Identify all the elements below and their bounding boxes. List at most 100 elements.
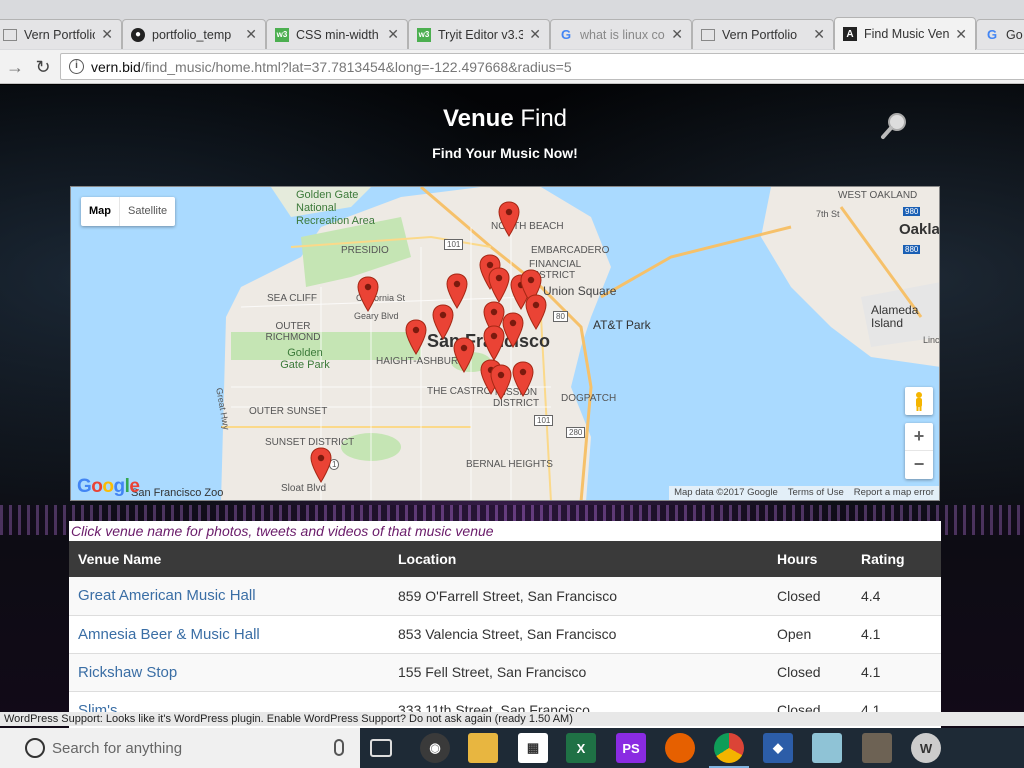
venue-marker-icon[interactable]	[502, 312, 524, 348]
venue-location: 853 Valencia Street, San Francisco	[389, 615, 768, 654]
map-label-union-square: Union Square	[543, 284, 617, 298]
tab-tryit-editor[interactable]: w3 Tryit Editor v3.3 ✕	[408, 19, 550, 49]
google-logo: Google	[77, 476, 140, 497]
close-icon[interactable]: ✕	[813, 26, 825, 43]
table-row: Amnesia Beer & Music Hall 853 Valencia S…	[69, 615, 941, 654]
media-icon[interactable]: ◉	[420, 733, 450, 763]
tab-google-2[interactable]: G Go	[976, 19, 1024, 49]
report-map-error-link[interactable]: Report a map error	[849, 486, 939, 500]
venue-marker-icon[interactable]	[357, 276, 379, 312]
tab-vern-portfolio[interactable]: Vern Portfolio ✕	[0, 19, 122, 49]
tab-title: portfolio_temp	[152, 27, 232, 42]
map-label-golden-gate-park: Golden Gate Park	[280, 347, 330, 371]
tab-css-min-width[interactable]: w3 CSS min-width ✕	[266, 19, 408, 49]
tab-title: Vern Portfolio	[722, 27, 798, 42]
map-label-zoo: San Francisco Zoo	[131, 487, 224, 499]
venue-location: 859 O'Farrell Street, San Francisco	[389, 577, 768, 616]
reload-icon[interactable]: ↻	[32, 56, 54, 78]
cortana-icon[interactable]	[25, 738, 45, 758]
notepad-icon[interactable]	[812, 733, 842, 763]
venue-marker-icon[interactable]	[432, 304, 454, 340]
tab-vern-portfolio-2[interactable]: Vern Portfolio ✕	[692, 19, 834, 49]
venue-marker-icon[interactable]	[310, 447, 332, 483]
venue-name-link[interactable]: Amnesia Beer & Music Hall	[78, 626, 260, 643]
tab-title: what is linux co	[580, 27, 665, 42]
map-type-map-button[interactable]: Map	[81, 197, 120, 226]
venue-marker-icon[interactable]	[512, 361, 534, 397]
venue-hours: Closed	[768, 577, 852, 616]
highway-shield: 101	[444, 239, 464, 250]
terms-of-use-link[interactable]: Terms of Use	[783, 486, 849, 500]
venue-marker-icon[interactable]	[488, 267, 510, 303]
venue-marker-icon[interactable]	[498, 201, 520, 237]
search-icon[interactable]	[880, 110, 910, 140]
tab-title: Find Music Ven	[864, 27, 950, 41]
page-title-bold: Venue	[442, 105, 514, 132]
map-label-embarcadero: EMBARCADERO	[531, 245, 610, 256]
venue-table: Venue Name Location Hours Rating Great A…	[69, 541, 941, 728]
close-icon[interactable]: ✕	[955, 26, 967, 43]
taskbar-search[interactable]: Search for anything	[0, 728, 360, 768]
page-title: Venue Find	[0, 105, 1010, 133]
venue-marker-icon[interactable]	[490, 364, 512, 400]
map-label-golden-gate: Golden Gate National Recreation Area	[296, 189, 375, 227]
venue-map[interactable]: Golden Gate National Recreation Area PRE…	[70, 186, 940, 501]
github-icon: ●	[131, 27, 145, 42]
sourcetree-icon[interactable]: ◆	[763, 733, 793, 763]
zoom-control: + −	[905, 423, 933, 479]
map-label-dogpatch: DOGPATCH	[561, 393, 617, 404]
venue-name-cell: Great American Music Hall	[69, 577, 389, 616]
zoom-in-button[interactable]: +	[905, 423, 933, 451]
venue-rating: 4.1	[852, 615, 941, 654]
file-explorer-icon[interactable]	[468, 733, 498, 763]
venue-hours: Closed	[768, 653, 852, 692]
column-header-hours: Hours	[768, 541, 852, 577]
address-bar[interactable]: i vern.bid/find_music/home.html?lat=37.7…	[60, 53, 1024, 80]
phpstorm-icon[interactable]: PS	[616, 733, 646, 763]
venue-marker-icon[interactable]	[405, 319, 427, 355]
tab-portfolio-temp[interactable]: ● portfolio_temp ✕	[122, 19, 266, 49]
column-header-location: Location	[389, 541, 768, 577]
map-label-sea-cliff: SEA CLIFF	[267, 293, 318, 304]
venue-marker-icon[interactable]	[525, 294, 547, 330]
notification-bar[interactable]: WordPress Support: Looks like it's WordP…	[0, 712, 1024, 726]
close-icon[interactable]: ✕	[387, 26, 399, 43]
tab-strip: Vern Portfolio ✕ ● portfolio_temp ✕ w3 C…	[0, 0, 1024, 52]
map-label-geary: Geary Blvd	[354, 311, 399, 321]
highway-shield: 101	[534, 415, 554, 426]
store-icon[interactable]: ▦	[518, 733, 548, 763]
close-icon[interactable]: ✕	[671, 26, 683, 43]
tab-find-music-venue[interactable]: A Find Music Ven ✕	[834, 17, 976, 50]
wordpress-icon[interactable]: W	[911, 733, 941, 763]
venue-hours: Open	[768, 615, 852, 654]
forward-icon[interactable]: →	[4, 56, 26, 78]
map-label-alameda: Alameda Island	[871, 303, 919, 330]
zoom-out-button[interactable]: −	[905, 451, 933, 479]
map-label-outer-sunset: OUTER SUNSET	[249, 406, 328, 417]
tab-google-search[interactable]: G what is linux co ✕	[550, 19, 692, 49]
street-view-pegman-icon[interactable]	[905, 387, 933, 415]
info-icon[interactable]: i	[69, 59, 84, 74]
venue-name-cell: Amnesia Beer & Music Hall	[69, 615, 389, 654]
microphone-icon[interactable]	[334, 739, 344, 756]
google-icon: G	[560, 27, 572, 42]
taskbar: Search for anything ◉ ▦ X PS ◆ W	[0, 728, 1024, 768]
firefox-icon[interactable]	[665, 733, 695, 763]
venue-name-link[interactable]: Rickshaw Stop	[78, 664, 177, 681]
close-icon[interactable]: ✕	[245, 26, 257, 43]
venue-marker-icon[interactable]	[483, 325, 505, 361]
task-view-icon[interactable]	[370, 739, 392, 757]
w3schools-icon: w3	[275, 27, 289, 42]
venue-marker-icon[interactable]	[453, 337, 475, 373]
map-label-oakland: Oakla	[899, 221, 940, 238]
chrome-icon[interactable]	[709, 733, 749, 768]
map-type-satellite-button[interactable]: Satellite	[120, 197, 175, 226]
url-host: vern.bid	[91, 58, 141, 75]
close-icon[interactable]: ✕	[101, 26, 113, 43]
venue-rating: 4.4	[852, 577, 941, 616]
page-content: Venue Find Find Your Music Now! Golden G…	[0, 85, 1024, 728]
gimp-icon[interactable]	[862, 733, 892, 763]
close-icon[interactable]: ✕	[529, 26, 541, 43]
excel-icon[interactable]: X	[566, 733, 596, 763]
venue-name-link[interactable]: Great American Music Hall	[78, 587, 256, 604]
